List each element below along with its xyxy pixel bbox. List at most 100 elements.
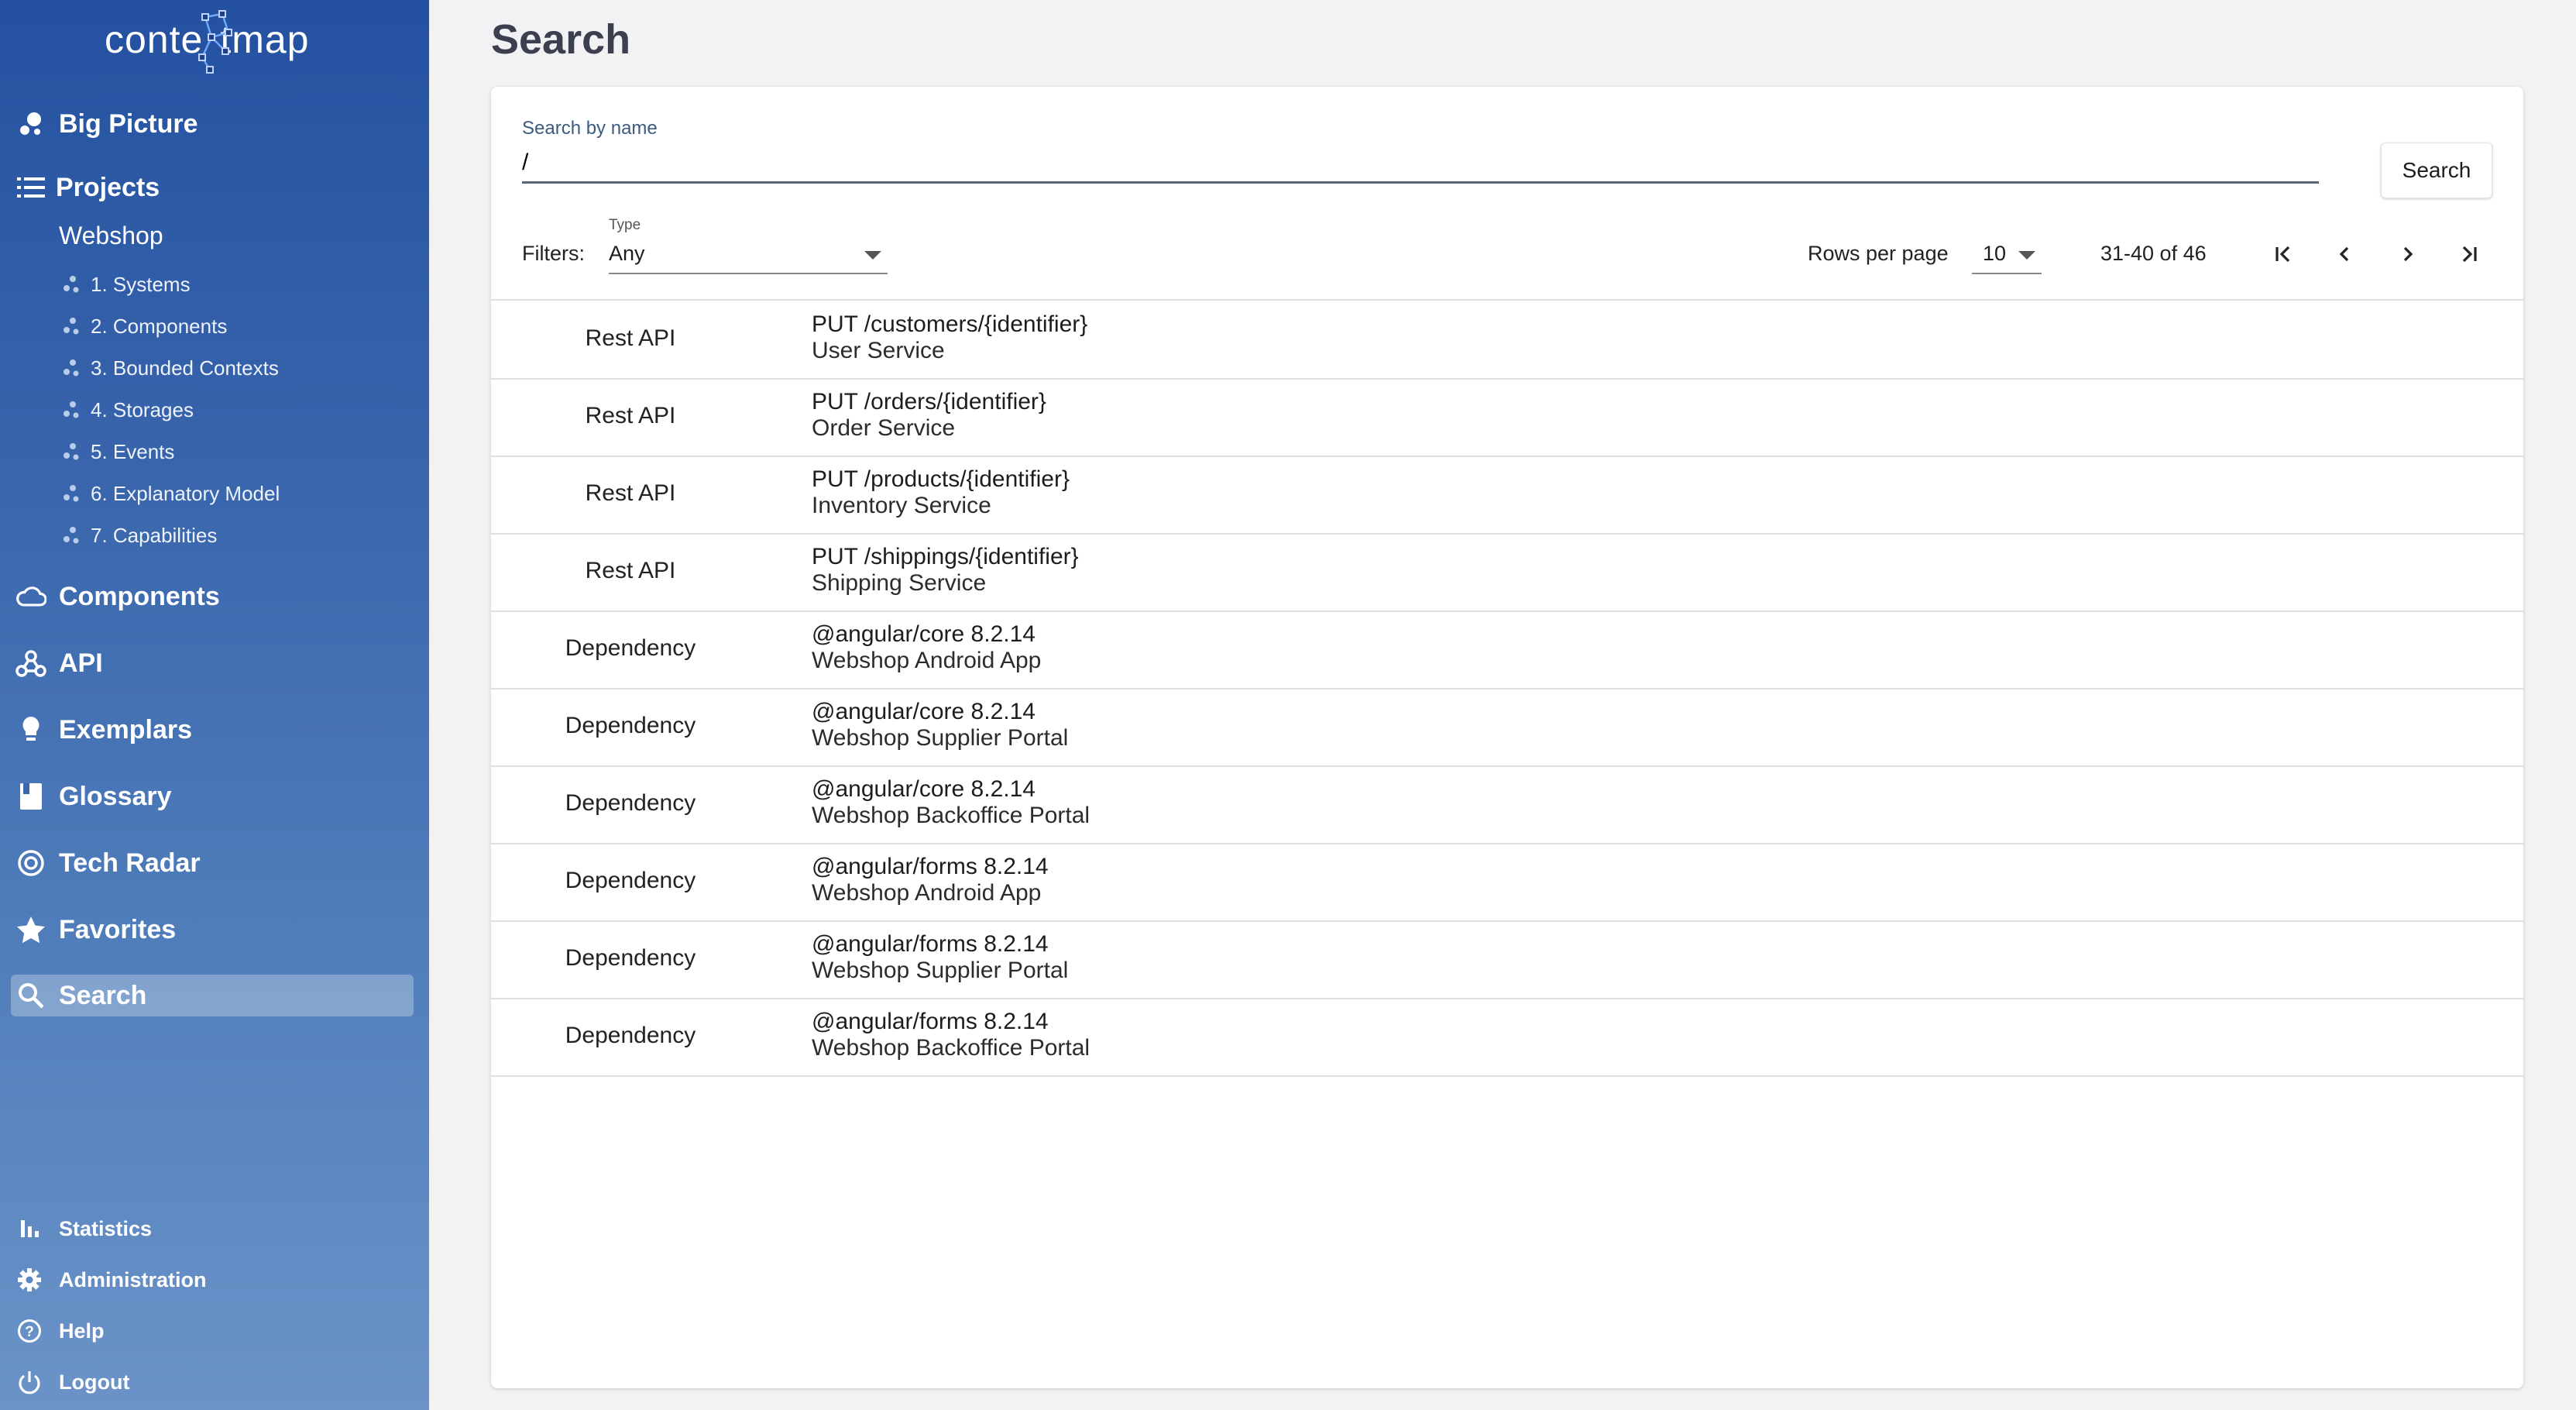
- result-name: PUT /customers/{identifier}: [812, 311, 1088, 337]
- nav-label: Logout: [59, 1370, 130, 1394]
- table-row[interactable]: Rest API PUT /shippings/{identifier} Shi…: [491, 533, 2523, 612]
- result-name: @angular/forms 8.2.14: [812, 931, 1049, 957]
- nav-projects[interactable]: Projects: [0, 164, 429, 211]
- chevron-left-icon: [2339, 246, 2349, 262]
- nav-label: Statistics: [59, 1216, 153, 1240]
- rows-per-page-value: 10: [1983, 242, 2007, 265]
- svg-text:?: ?: [25, 1324, 34, 1340]
- result-owner: Webshop Backoffice Portal: [812, 803, 1091, 828]
- rows-per-page-label: Rows per page: [1808, 242, 1949, 265]
- previous-page-button[interactable]: [2320, 229, 2370, 279]
- nodes-icon: [64, 401, 79, 418]
- book-icon: [15, 781, 46, 812]
- search-button[interactable]: Search: [2381, 143, 2492, 198]
- next-page-button[interactable]: [2382, 229, 2432, 279]
- type-filter-select[interactable]: Any: [609, 237, 888, 274]
- project-item-storages[interactable]: 4. Storages: [0, 393, 429, 427]
- nav-tech-radar[interactable]: Tech Radar: [0, 840, 429, 886]
- nav-favorites[interactable]: Favorites: [0, 906, 429, 953]
- search-icon: [15, 980, 46, 1011]
- result-name: PUT /shippings/{identifier}: [812, 544, 1079, 569]
- filters-label: Filters:: [522, 242, 585, 265]
- project-item-events[interactable]: 5. Events: [0, 435, 429, 469]
- table-row[interactable]: Rest API PUT /customers/{identifier} Use…: [491, 301, 2523, 380]
- nodes-icon: [64, 276, 79, 293]
- cloud-icon: [15, 581, 46, 612]
- nav-label: Administration: [59, 1267, 207, 1291]
- nav-components[interactable]: Components: [0, 573, 429, 620]
- search-input[interactable]: [522, 144, 2319, 184]
- help-icon: ?: [15, 1317, 43, 1345]
- project-name[interactable]: Webshop: [59, 222, 163, 250]
- nav-label: Tech Radar: [59, 848, 201, 878]
- nav-label: Search: [59, 980, 147, 1010]
- table-row[interactable]: Rest API PUT /products/{identifier} Inve…: [491, 456, 2523, 535]
- table-row[interactable]: Dependency @angular/forms 8.2.14 Webshop…: [491, 920, 2523, 999]
- rows-per-page-select[interactable]: 10: [1972, 237, 2042, 274]
- result-owner: Webshop Android App: [812, 648, 1042, 673]
- result-owner: Shipping Service: [812, 570, 987, 596]
- nav-label: API: [59, 648, 103, 678]
- project-item-bounded-contexts[interactable]: 3. Bounded Contexts: [0, 351, 429, 385]
- table-row[interactable]: Dependency @angular/core 8.2.14 Webshop …: [491, 688, 2523, 767]
- result-name: @angular/core 8.2.14: [812, 699, 1036, 724]
- list-icon: [15, 172, 46, 203]
- radar-icon: [15, 848, 46, 879]
- chevron-down-icon: [864, 251, 881, 260]
- table-row[interactable]: Dependency @angular/forms 8.2.14 Webshop…: [491, 843, 2523, 922]
- nav-glossary[interactable]: Glossary: [0, 773, 429, 820]
- chevron-right-icon: [2403, 246, 2413, 262]
- logo-network-icon: [198, 10, 232, 74]
- nav-exemplars[interactable]: Exemplars: [0, 707, 429, 753]
- result-type: Dependency: [565, 945, 696, 971]
- lightbulb-icon: [15, 714, 46, 745]
- result-owner: Webshop Supplier Portal: [812, 958, 1069, 983]
- nav-big-picture[interactable]: Big Picture: [0, 101, 429, 147]
- nodes-icon: [64, 443, 79, 460]
- nav-label: Help: [59, 1319, 105, 1343]
- result-owner: User Service: [812, 338, 945, 363]
- result-type: Rest API: [585, 403, 676, 428]
- nav-label: Exemplars: [59, 714, 192, 745]
- project-item-label: 1. Systems: [91, 272, 191, 296]
- table-row[interactable]: Rest API PUT /orders/{identifier} Order …: [491, 378, 2523, 457]
- project-item-label: 6. Explanatory Model: [91, 481, 280, 505]
- nav-search[interactable]: Search: [0, 972, 429, 1019]
- table-row[interactable]: Dependency @angular/core 8.2.14 Webshop …: [491, 610, 2523, 690]
- table-row[interactable]: Dependency @angular/forms 8.2.14 Webshop…: [491, 998, 2523, 1077]
- power-icon: [15, 1368, 43, 1396]
- result-name: @angular/core 8.2.14: [812, 621, 1036, 647]
- last-page-button[interactable]: [2444, 229, 2494, 279]
- project-item-systems[interactable]: 1. Systems: [0, 267, 429, 301]
- result-name: @angular/core 8.2.14: [812, 776, 1036, 802]
- bar-chart-icon: [15, 1215, 43, 1243]
- first-page-button[interactable]: [2258, 229, 2308, 279]
- result-type: Dependency: [565, 635, 696, 661]
- nav-help[interactable]: ? Help: [0, 1312, 429, 1350]
- nav-api[interactable]: API: [0, 640, 429, 686]
- contextmap-logo[interactable]: conte tmap: [105, 10, 310, 74]
- result-type: Rest API: [585, 480, 676, 506]
- nav-logout[interactable]: Logout: [0, 1363, 429, 1401]
- type-filter-value: Any: [609, 242, 645, 265]
- result-name: PUT /products/{identifier}: [812, 466, 1070, 492]
- type-filter-label: Type: [609, 217, 641, 233]
- project-item-label: 5. Events: [91, 439, 175, 463]
- search-card: Search by name Search Filters: Type Any …: [491, 87, 2523, 1388]
- result-type: Dependency: [565, 713, 696, 738]
- pagination-range: 31-40 of 46: [2100, 242, 2207, 265]
- table-row[interactable]: Dependency @angular/core 8.2.14 Webshop …: [491, 765, 2523, 844]
- result-type: Dependency: [565, 790, 696, 816]
- search-field-label: Search by name: [522, 118, 658, 139]
- nav-administration[interactable]: Administration: [0, 1260, 429, 1299]
- result-owner: Order Service: [812, 415, 956, 441]
- nav-label: Projects: [56, 172, 160, 202]
- project-item-explanatory-model[interactable]: 6. Explanatory Model: [0, 476, 429, 511]
- nodes-icon: [64, 485, 79, 502]
- result-type: Dependency: [565, 868, 696, 893]
- project-item-capabilities[interactable]: 7. Capabilities: [0, 518, 429, 552]
- nav-label: Components: [59, 581, 220, 611]
- project-item-components[interactable]: 2. Components: [0, 309, 429, 343]
- nav-statistics[interactable]: Statistics: [0, 1209, 429, 1248]
- bubbles-icon: [15, 108, 46, 139]
